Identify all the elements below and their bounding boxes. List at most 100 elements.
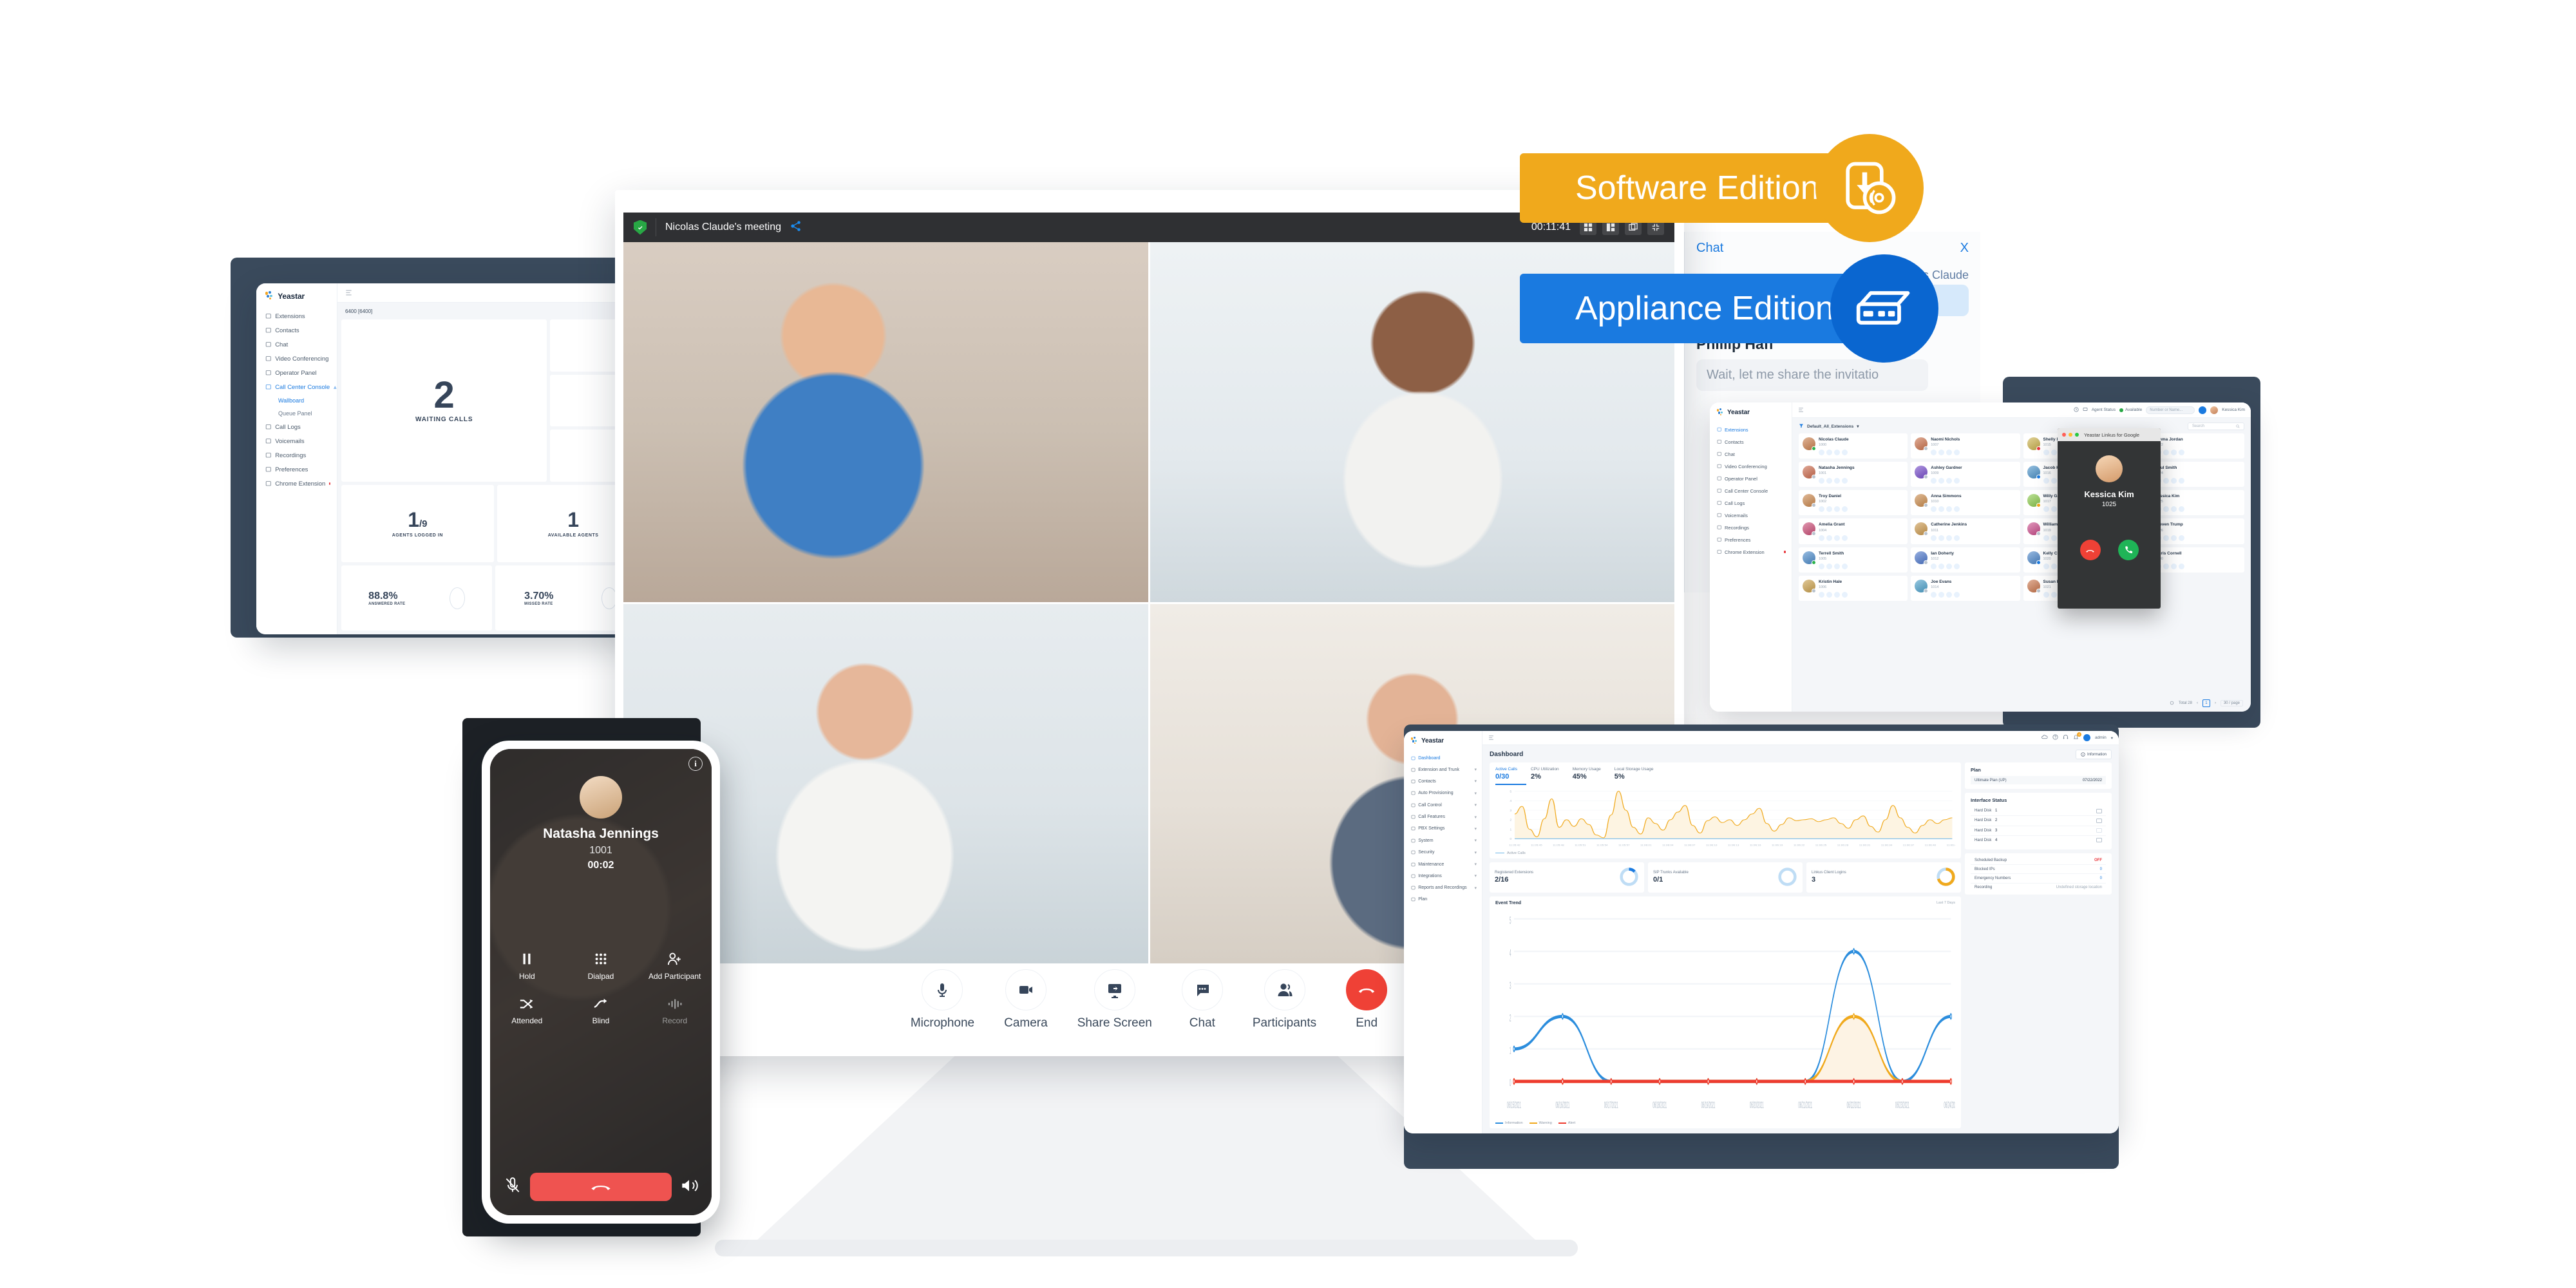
sidebar-item-voicemails[interactable]: Voicemails (256, 434, 337, 448)
chevron-down-icon[interactable]: ▾ (1857, 424, 1859, 429)
appliance-edition-badge[interactable]: Appliance Edition (1520, 254, 1938, 363)
sidebar-subitem-wallboard[interactable]: Wallboard (256, 394, 337, 407)
more-icon[interactable] (1842, 535, 1848, 541)
metric-tab-active-calls[interactable]: Active Calls 0/30 (1495, 767, 1517, 781)
toolbar-chat-button[interactable]: Chat (1181, 969, 1223, 1030)
call-icon[interactable] (1819, 535, 1824, 541)
metric-tab-local-storage-usage[interactable]: Local Storage Usage 5% (1615, 767, 1654, 781)
video-icon[interactable] (1826, 535, 1832, 541)
menu-toggle-icon[interactable] (1488, 735, 1494, 741)
cloud-icon[interactable] (2041, 734, 2048, 741)
sidebar-item-auto-provisioning[interactable]: Auto Provisioning ▾ (1404, 788, 1482, 799)
call-icon[interactable] (1819, 563, 1824, 569)
video-icon[interactable] (2163, 506, 2169, 513)
sidebar-item-video-conferencing[interactable]: Video Conferencing (1710, 460, 1792, 473)
more-icon[interactable] (1842, 563, 1848, 569)
sidebar-item-recordings[interactable]: Recordings (256, 448, 337, 462)
more-icon[interactable] (1954, 506, 1960, 513)
call-icon[interactable] (2043, 535, 2049, 541)
video-icon[interactable] (1938, 563, 1945, 569)
extensions-search-input[interactable]: Search (2188, 422, 2244, 430)
call-icon[interactable] (1931, 535, 1937, 541)
maximize-icon[interactable] (2075, 433, 2079, 437)
extension-card[interactable]: Ian Doherty 1012 (1911, 547, 2020, 573)
chat-icon[interactable] (1834, 591, 1840, 598)
more-icon[interactable] (1954, 478, 1960, 484)
sidebar-item-maintenance[interactable]: Maintenance ▾ (1404, 858, 1482, 870)
chevron-down-icon[interactable]: ▾ (2111, 735, 2113, 741)
chat-icon[interactable] (2170, 535, 2177, 541)
chevron-icon[interactable]: ▴ (334, 384, 337, 391)
call-icon[interactable] (1819, 450, 1824, 456)
page-size-selector[interactable]: 30 / page (2220, 700, 2243, 706)
video-icon[interactable] (1938, 535, 1945, 541)
video-icon[interactable] (1938, 450, 1945, 456)
close-icon[interactable]: X (1960, 241, 1969, 256)
chat-icon[interactable] (1946, 478, 1953, 484)
chevron-icon[interactable]: ▾ (1474, 886, 1477, 891)
info-icon[interactable]: i (688, 757, 703, 771)
support-icon[interactable] (2063, 734, 2069, 741)
phone-attended-button[interactable]: Attended (490, 996, 564, 1025)
hangup-button[interactable] (530, 1173, 672, 1201)
more-icon[interactable] (2178, 478, 2184, 484)
more-icon[interactable] (1842, 478, 1848, 484)
phone-blind-button[interactable]: Blind (564, 996, 638, 1025)
chevron-icon[interactable]: ▾ (1474, 850, 1477, 855)
share-nodes-icon[interactable] (790, 220, 802, 235)
more-icon[interactable] (1842, 450, 1848, 456)
chat-icon[interactable] (1946, 450, 1953, 456)
minimize-icon[interactable] (2069, 433, 2072, 437)
sidebar-item-preferences[interactable]: Preferences (1710, 534, 1792, 546)
chevron-icon[interactable]: ▾ (1474, 826, 1477, 831)
software-edition-badge[interactable]: Software Edition (1520, 134, 1924, 242)
answer-call-button[interactable] (2117, 540, 2139, 560)
extension-card[interactable]: Troy Daniel 1002 (1799, 490, 1908, 516)
dial-button[interactable] (2199, 406, 2207, 414)
extension-card[interactable]: Joe Evans 1014 (1911, 575, 2020, 601)
sidebar-item-chat[interactable]: Chat (1710, 448, 1792, 460)
sidebar-item-operator-panel[interactable]: Operator Panel (1710, 473, 1792, 485)
video-icon[interactable] (2050, 478, 2057, 484)
sidebar-item-plan[interactable]: Plan (1404, 894, 1482, 905)
video-icon[interactable] (2050, 506, 2057, 513)
sidebar-item-chat[interactable]: Chat (256, 337, 337, 352)
extension-card[interactable]: Nicolas Claude 1000 (1799, 433, 1908, 459)
chat-icon[interactable] (1946, 506, 1953, 513)
chat-icon[interactable] (2170, 506, 2177, 513)
chat-icon[interactable] (1946, 563, 1953, 569)
video-icon[interactable] (1826, 506, 1832, 513)
sidebar-item-integrations[interactable]: Integrations ▾ (1404, 870, 1482, 882)
metric-tab-cpu-utilization[interactable]: CPU Utilization 2% (1531, 767, 1559, 781)
chat-icon[interactable] (1834, 535, 1840, 541)
more-icon[interactable] (1954, 535, 1960, 541)
more-icon[interactable] (2178, 450, 2184, 456)
more-icon[interactable] (1954, 591, 1960, 598)
more-icon[interactable] (1842, 506, 1848, 513)
chevron-icon[interactable]: ▾ (1474, 838, 1477, 843)
speaker-button[interactable] (679, 1176, 699, 1198)
call-icon[interactable] (2043, 506, 2049, 513)
user-name[interactable]: Kessica Kim (2222, 408, 2245, 412)
call-icon[interactable] (1819, 506, 1824, 513)
video-icon[interactable] (2163, 478, 2169, 484)
avatar[interactable] (2210, 406, 2219, 414)
video-icon[interactable] (1938, 478, 1945, 484)
sidebar-item-preferences[interactable]: Preferences (256, 462, 337, 477)
more-icon[interactable] (2178, 506, 2184, 513)
chevron-icon[interactable]: ▾ (1474, 802, 1477, 808)
sidebar-item-call-logs[interactable]: Call Logs (256, 420, 337, 434)
device-icon[interactable] (2083, 407, 2088, 413)
toolbar-camera-button[interactable]: Camera (1004, 969, 1048, 1030)
chevron-icon[interactable]: ▾ (1474, 873, 1477, 878)
search-input[interactable]: Number or Name... (2146, 406, 2195, 414)
more-icon[interactable] (1954, 563, 1960, 569)
clock-icon[interactable] (2074, 406, 2079, 413)
sidebar-item-extension-and-trunk[interactable]: Extension and Trunk ▾ (1404, 764, 1482, 775)
avatar[interactable] (2083, 734, 2091, 741)
phone-dialpad-button[interactable]: Dialpad (564, 952, 638, 981)
sidebar-subitem-queue-panel[interactable]: Queue Panel (256, 407, 337, 420)
sidebar-item-call-center-console[interactable]: Call Center Console ▴ (256, 380, 337, 394)
call-icon[interactable] (1819, 478, 1824, 484)
chevron-icon[interactable]: ▾ (1474, 862, 1477, 867)
